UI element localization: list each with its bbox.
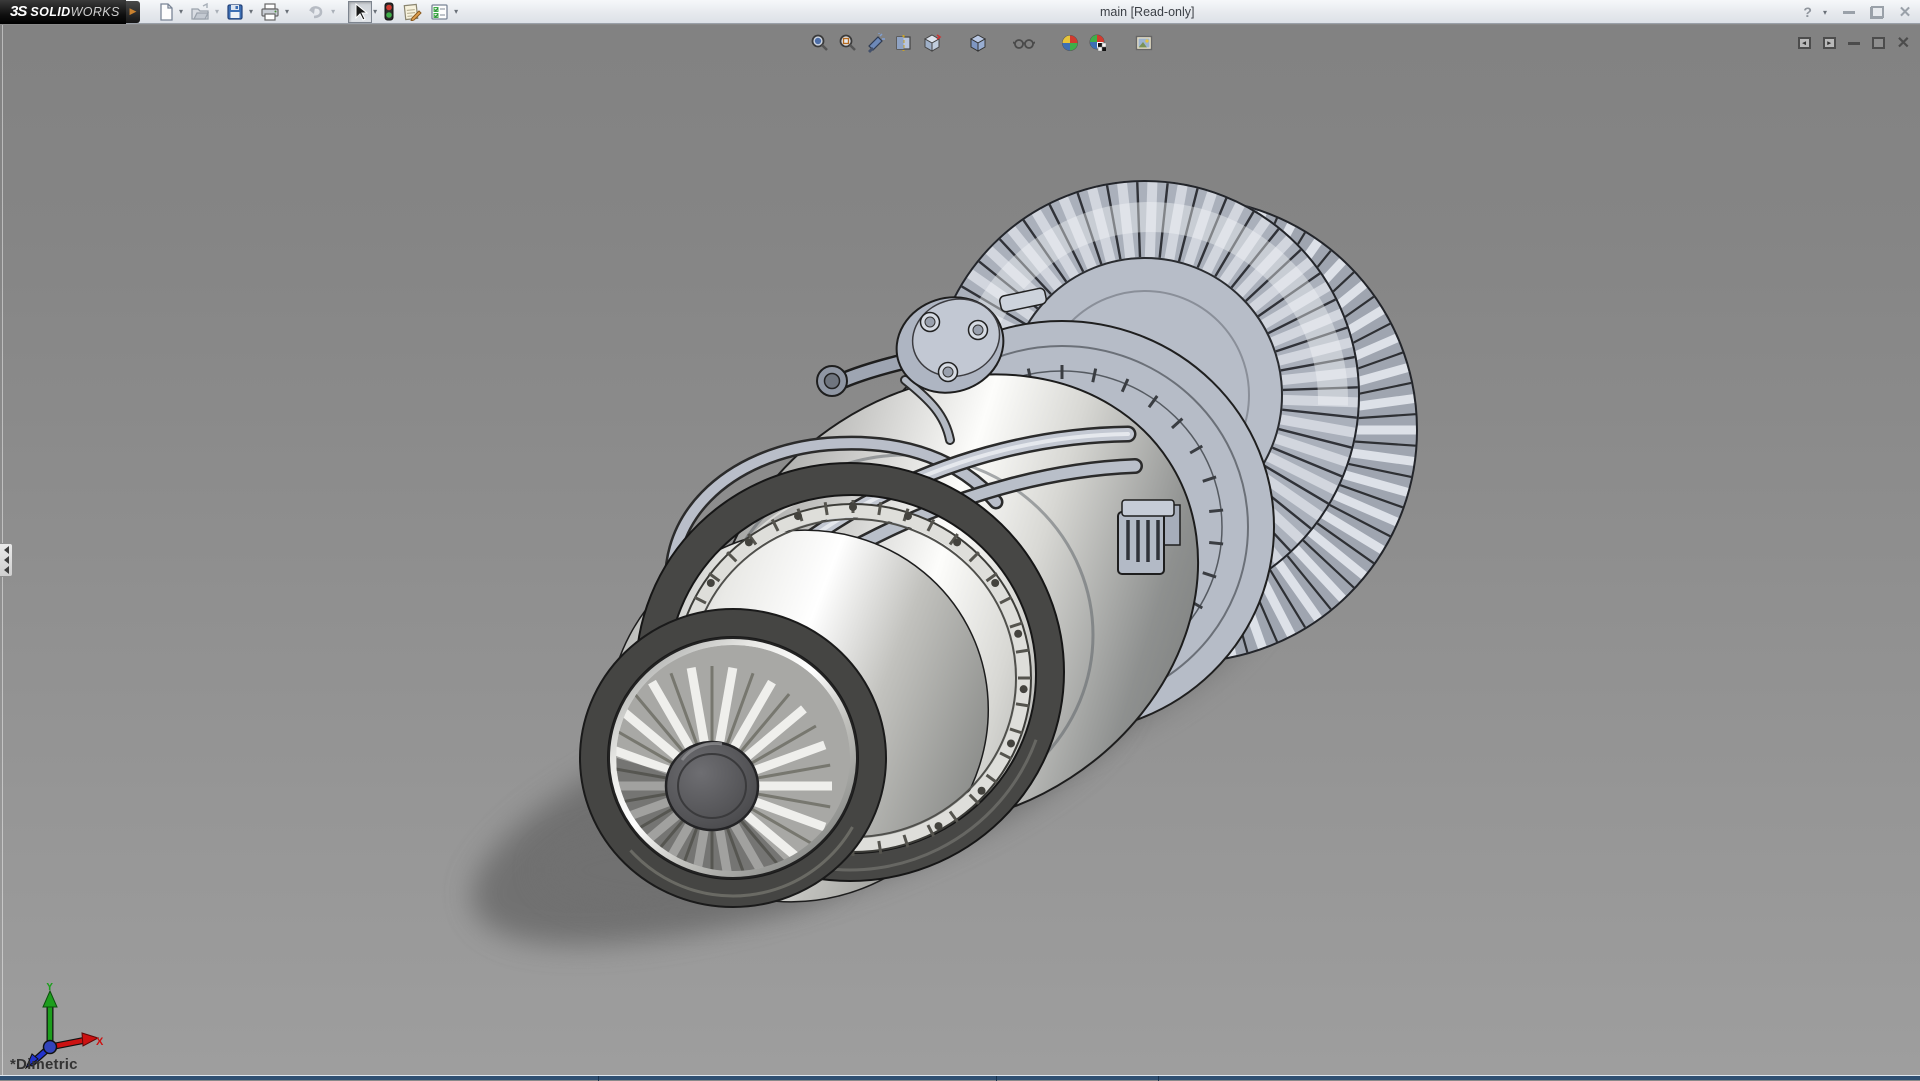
options-dropdown[interactable]: ▾ bbox=[453, 7, 461, 16]
rebuild-button[interactable] bbox=[380, 1, 398, 23]
section-view-icon bbox=[894, 33, 914, 53]
save-button[interactable] bbox=[222, 1, 248, 23]
restore-down-button[interactable] bbox=[1868, 3, 1886, 21]
document-close-button[interactable]: ✕ bbox=[1897, 33, 1910, 53]
y-axis-label: Y bbox=[46, 983, 54, 993]
main-toolbar: ▾ ▾ ▾ ▾ bbox=[154, 0, 461, 24]
collapse-arrow-icon bbox=[4, 566, 9, 574]
view-orientation-button[interactable] bbox=[920, 31, 944, 55]
open-folder-icon bbox=[190, 3, 210, 21]
file-properties-button[interactable] bbox=[398, 1, 426, 23]
minimize-button[interactable] bbox=[1840, 3, 1858, 21]
help-button[interactable]: ? bbox=[1803, 4, 1812, 20]
taskbar-strip bbox=[0, 1075, 1920, 1080]
new-document-button[interactable] bbox=[154, 1, 178, 23]
section-view-button[interactable] bbox=[892, 31, 916, 55]
select-dropdown[interactable]: ▾ bbox=[372, 7, 380, 16]
collapse-arrow-icon bbox=[4, 556, 9, 564]
options-checklist-icon bbox=[430, 3, 449, 21]
previous-view-icon bbox=[866, 33, 886, 53]
document-window-controls: ◂ ▸ ✕ bbox=[1798, 33, 1910, 53]
titlebar: 3S SOLIDWORKS ▶ ▾ ▾ ▾ bbox=[0, 0, 1920, 24]
turbofan-engine-model[interactable] bbox=[542, 157, 1417, 969]
view-orientation-icon bbox=[922, 33, 942, 53]
zoom-to-fit-button[interactable] bbox=[808, 31, 832, 55]
document-title: main [Read-only] bbox=[1100, 5, 1195, 19]
logo-solid: SOLID bbox=[30, 5, 70, 19]
zoom-to-area-icon bbox=[838, 33, 858, 53]
print-dropdown[interactable]: ▾ bbox=[284, 7, 292, 16]
headsup-view-toolbar bbox=[808, 31, 1156, 55]
apply-scene-button[interactable] bbox=[1086, 31, 1110, 55]
engine-model-canvas[interactable] bbox=[0, 25, 1920, 1075]
window-buttons: ? ▾ ✕ bbox=[1803, 0, 1914, 24]
view-settings-icon bbox=[1134, 33, 1154, 53]
save-floppy-icon bbox=[226, 3, 244, 21]
appearance-sphere-icon bbox=[1060, 33, 1080, 53]
show-feature-pane-button[interactable]: ◂ bbox=[1798, 37, 1811, 49]
view-orientation-label: *Dimetric bbox=[10, 1056, 78, 1073]
undo-dropdown[interactable]: ▾ bbox=[330, 7, 338, 16]
solidworks-logo: 3S SOLIDWORKS bbox=[0, 0, 126, 24]
view-settings-button[interactable] bbox=[1132, 31, 1156, 55]
collapse-arrow-icon bbox=[4, 546, 9, 554]
logo-works: WORKS bbox=[71, 5, 120, 19]
open-document-button[interactable] bbox=[186, 1, 214, 23]
triad-origin bbox=[44, 1041, 57, 1054]
new-dropdown[interactable]: ▾ bbox=[178, 7, 186, 16]
select-button[interactable] bbox=[348, 1, 372, 23]
graphics-viewport[interactable]: ◂ ▸ ✕ Y X *Dimetric bbox=[0, 25, 1920, 1075]
taskbar-divider bbox=[996, 1076, 997, 1081]
show-task-pane-button[interactable]: ▸ bbox=[1823, 37, 1836, 49]
taskbar-divider bbox=[1158, 1076, 1159, 1081]
display-style-icon bbox=[968, 33, 988, 53]
ds-logo-mark: 3S bbox=[10, 3, 26, 20]
edit-appearance-button[interactable] bbox=[1058, 31, 1082, 55]
print-button[interactable] bbox=[256, 1, 284, 23]
document-restore-button[interactable] bbox=[1872, 37, 1885, 49]
document-minimize-button[interactable] bbox=[1848, 42, 1860, 45]
new-document-icon bbox=[158, 3, 174, 21]
feature-tree-flyout-tab[interactable] bbox=[0, 543, 13, 577]
undo-arrow-icon bbox=[306, 3, 326, 21]
apply-scene-icon bbox=[1088, 33, 1108, 53]
file-properties-icon bbox=[402, 3, 422, 21]
x-axis-label: X bbox=[96, 1036, 104, 1048]
undo-button[interactable] bbox=[302, 1, 330, 23]
printer-icon bbox=[260, 3, 280, 21]
close-button[interactable]: ✕ bbox=[1896, 3, 1914, 21]
taskbar-divider bbox=[598, 1076, 599, 1081]
hide-show-items-button[interactable] bbox=[1012, 31, 1036, 55]
select-cursor-icon bbox=[352, 3, 368, 21]
traffic-light-icon bbox=[384, 2, 394, 21]
previous-view-button[interactable] bbox=[864, 31, 888, 55]
save-dropdown[interactable]: ▾ bbox=[248, 7, 256, 16]
menu-flyout-arrow[interactable]: ▶ bbox=[126, 1, 140, 23]
eyeglasses-icon bbox=[1013, 33, 1035, 53]
options-button[interactable] bbox=[426, 1, 453, 23]
zoom-to-area-button[interactable] bbox=[836, 31, 860, 55]
display-style-button[interactable] bbox=[966, 31, 990, 55]
open-dropdown[interactable]: ▾ bbox=[214, 7, 222, 16]
zoom-to-fit-icon bbox=[810, 33, 830, 53]
help-dropdown[interactable]: ▾ bbox=[1822, 8, 1830, 17]
